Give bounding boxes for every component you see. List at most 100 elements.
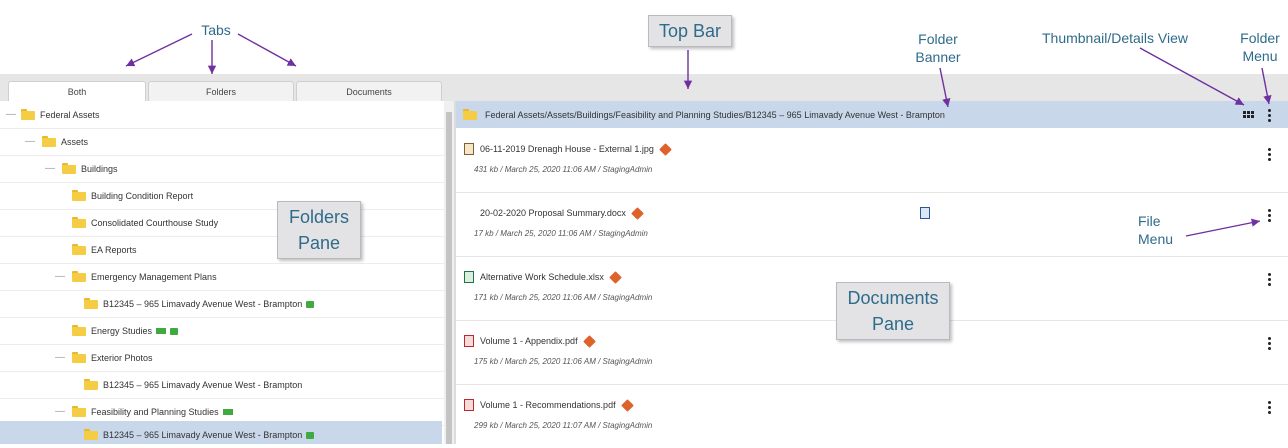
word-file-icon xyxy=(920,207,930,219)
document-meta: 17 kb / March 25, 2020 11:06 AM / Stagin… xyxy=(474,229,648,238)
tree-row-energy-studies[interactable]: Energy Studies xyxy=(0,317,444,345)
file-menu-kebab-icon[interactable] xyxy=(1268,401,1271,416)
folder-banner-line1: Folder xyxy=(918,31,958,47)
document-meta: 431 kb / March 25, 2020 11:06 AM / Stagi… xyxy=(474,165,653,174)
folder-icon xyxy=(21,109,35,120)
warning-icon xyxy=(631,206,644,220)
flag-icon xyxy=(222,408,233,415)
lock-icon xyxy=(306,301,315,308)
folder-menu-line2: Menu xyxy=(1242,48,1278,64)
arrow-tabs-left xyxy=(125,33,193,67)
tree-row-building-condition-report[interactable]: Building Condition Report xyxy=(0,182,444,210)
tree-row-b12345-feasibility-selected[interactable]: B12345 – 965 Limavady Avenue West - Bram… xyxy=(0,421,442,444)
folders-pane: — Federal Assets — Assets — Buildings Bu… xyxy=(0,101,444,444)
tree-row-emergency-management-plans[interactable]: — Emergency Management Plans xyxy=(0,263,444,291)
grid-icon[interactable] xyxy=(1243,111,1255,120)
folders-pane-line2: Pane xyxy=(297,233,341,253)
tree-row-federal-assets[interactable]: — Federal Assets xyxy=(0,101,444,129)
folder-banner-annotation: Folder Banner xyxy=(908,30,968,66)
folder-banner-line2: Banner xyxy=(915,49,961,65)
tab-both[interactable]: Both xyxy=(8,81,146,101)
folder-icon xyxy=(42,136,56,147)
tree-row-label: Assets xyxy=(61,136,89,147)
image-file-icon xyxy=(464,143,474,155)
tab-documents[interactable]: Documents xyxy=(296,81,442,101)
lock-icon xyxy=(306,432,315,439)
warning-icon xyxy=(620,398,634,412)
tree-row-label: Building Condition Report xyxy=(91,190,194,201)
folder-icon xyxy=(463,109,477,120)
document-row[interactable]: 06-11-2019 Drenagh House - External 1.jp… xyxy=(456,128,1288,193)
file-menu-kebab-icon[interactable] xyxy=(1268,273,1271,288)
thumbnail-view-annotation: Thumbnail/Details View xyxy=(1041,30,1189,46)
folder-banner-path: Federal Assets/Assets/Buildings/Feasibil… xyxy=(485,109,945,120)
flag-icon xyxy=(156,327,167,334)
warning-icon xyxy=(582,334,596,348)
pdf-file-icon xyxy=(464,399,474,411)
pdf-file-icon xyxy=(464,335,474,347)
tree-scrollbar-thumb[interactable] xyxy=(446,112,452,444)
tree-row-label: B12345 – 965 Limavady Avenue West - Bram… xyxy=(103,379,303,390)
tree-row-ea-reports[interactable]: EA Reports xyxy=(0,236,444,264)
document-meta: 171 kb / March 25, 2020 11:06 AM / Stagi… xyxy=(474,293,653,302)
tree-row-consolidated-courthouse-study[interactable]: Consolidated Courthouse Study xyxy=(0,209,444,237)
folder-banner: Federal Assets/Assets/Buildings/Feasibil… xyxy=(456,101,1288,128)
document-name[interactable]: 20-02-2020 Proposal Summary.docx xyxy=(480,208,626,218)
document-name[interactable]: Alternative Work Schedule.xlsx xyxy=(480,272,604,282)
excel-file-icon xyxy=(464,271,474,283)
document-meta: 175 kb / March 25, 2020 11:06 AM / Stagi… xyxy=(474,357,653,366)
documents-pane-callout: Documents Pane xyxy=(836,282,950,340)
folder-icon xyxy=(72,352,86,363)
document-name[interactable]: Volume 1 - Appendix.pdf xyxy=(480,336,578,346)
top-bar-callout: Top Bar xyxy=(648,15,732,47)
folder-icon xyxy=(72,244,86,255)
tree-row-exterior-photos[interactable]: — Exterior Photos xyxy=(0,344,444,372)
document-meta: 299 kb / March 25, 2020 11:07 AM / Stagi… xyxy=(474,421,653,430)
tree-row-b12345-emergency[interactable]: B12345 – 965 Limavady Avenue West - Bram… xyxy=(0,290,444,318)
folder-icon xyxy=(72,325,86,336)
lock-icon xyxy=(170,328,179,335)
document-name[interactable]: 06-11-2019 Drenagh House - External 1.jp… xyxy=(480,144,654,154)
folder-icon xyxy=(72,271,86,282)
folders-pane-line1: Folders xyxy=(288,207,350,227)
folder-icon xyxy=(84,379,98,390)
tree-row-label: Consolidated Courthouse Study xyxy=(91,217,219,228)
tree-row-label: B12345 – 965 Limavady Avenue West - Bram… xyxy=(103,298,303,309)
tree-row-label: Federal Assets xyxy=(40,109,100,120)
folder-icon xyxy=(84,298,98,309)
tree-row-buildings[interactable]: — Buildings xyxy=(0,155,444,183)
documents-pane-line2: Pane xyxy=(871,314,915,334)
folder-menu-kebab-icon[interactable] xyxy=(1268,109,1271,124)
tree-row-label: EA Reports xyxy=(91,244,137,255)
tabs-annotation: Tabs xyxy=(201,22,231,38)
warning-icon xyxy=(659,142,672,156)
tree-row-label: Energy Studies xyxy=(91,325,153,336)
tree-row-label: Exterior Photos xyxy=(91,352,153,363)
tree-row-label: B12345 – 965 Limavady Avenue West - Bram… xyxy=(103,429,303,440)
tree-row-label: Buildings xyxy=(81,163,118,174)
tab-folders[interactable]: Folders xyxy=(148,81,294,101)
tree-row-assets[interactable]: — Assets xyxy=(0,128,444,156)
folder-menu-line1: Folder xyxy=(1240,30,1280,46)
file-menu-annotation: File Menu xyxy=(1138,212,1178,248)
tree-row-label: Feasibility and Planning Studies xyxy=(91,406,219,417)
tree-row-b12345-exterior[interactable]: B12345 – 965 Limavady Avenue West - Bram… xyxy=(0,371,444,399)
folders-pane-callout: Folders Pane xyxy=(277,201,361,259)
folder-icon xyxy=(72,217,86,228)
warning-icon xyxy=(609,270,622,284)
file-menu-line2: Menu xyxy=(1138,231,1174,247)
file-menu-line1: File xyxy=(1138,213,1161,229)
file-menu-kebab-icon[interactable] xyxy=(1268,209,1271,224)
folder-icon xyxy=(62,163,76,174)
file-menu-kebab-icon[interactable] xyxy=(1268,337,1271,352)
folder-icon xyxy=(84,429,98,440)
document-name[interactable]: Volume 1 - Recommendations.pdf xyxy=(480,400,616,410)
arrow-tabs-right xyxy=(237,33,297,67)
folder-icon xyxy=(72,406,86,417)
folder-icon xyxy=(72,190,86,201)
folder-menu-annotation: Folder Menu xyxy=(1232,29,1288,65)
tree-row-label: Emergency Management Plans xyxy=(91,271,217,282)
document-row[interactable]: Volume 1 - Recommendations.pdf 299 kb / … xyxy=(456,384,1288,448)
documents-pane-line1: Documents xyxy=(847,288,939,308)
file-menu-kebab-icon[interactable] xyxy=(1268,148,1271,163)
